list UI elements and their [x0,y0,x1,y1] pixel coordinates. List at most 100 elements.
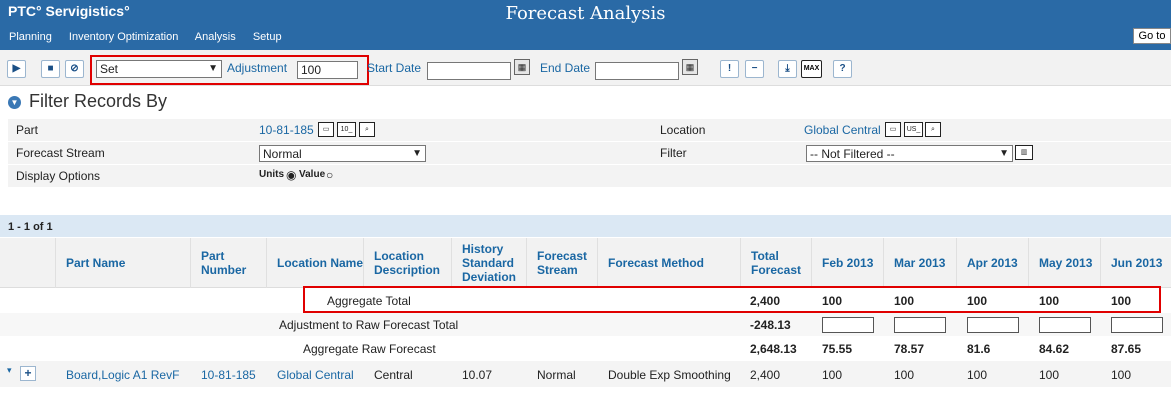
highlight-aggregate-total [303,286,1161,313]
location-label: Location [660,123,706,137]
column-header-total-forecast[interactable]: Total Forecast [740,238,811,288]
end-date-input[interactable] [595,62,679,80]
part-name-link[interactable]: Board,Logic A1 RevF [66,368,179,382]
adjustment-total-value: -248.13 [750,318,791,332]
history-std: 10.07 [462,368,493,382]
menu-setup[interactable]: Setup [253,31,282,43]
minus-icon[interactable]: − [745,60,764,78]
collapse-icon[interactable]: ▼ [8,96,21,109]
part-label: Part [16,123,39,137]
display-options-label: Display Options [16,169,101,183]
raw-feb: 75.55 [822,342,853,356]
column-header-forecast-stream[interactable]: Forecast Stream [526,238,597,288]
units-label: Units [259,169,284,180]
row-expand-icon[interactable]: ▾ [7,365,12,376]
part-id-icon[interactable]: 10_ [337,122,356,137]
page-title: Forecast Analysis [505,3,666,24]
filter-select[interactable]: -- Not Filtered -- ▼ [806,145,1013,162]
column-header-forecast-method[interactable]: Forecast Method [597,238,740,288]
part-search-icon[interactable]: ⌕ [359,122,375,137]
location-name-link[interactable]: Global Central [277,368,354,382]
start-date-label: Start Date [367,61,422,75]
adjustment-row-label: Adjustment to Raw Forecast Total [279,318,459,332]
filter-grid-icon[interactable]: ▥ [1015,145,1033,160]
start-date-input[interactable] [427,62,511,80]
part-link[interactable]: 10-81-185 [259,123,314,137]
raw-jun: 87.65 [1111,342,1142,356]
table-row: ▾ + Board,Logic A1 RevF 10-81-185 Global… [0,361,1171,387]
column-header-history-std[interactable]: History Standard Deviation [451,238,526,288]
save-icon[interactable]: ■ [41,60,60,78]
alert-icon[interactable]: ! [720,60,739,78]
monitor-icon[interactable]: ▭ [318,122,334,137]
app-header: PTC° Servigistics° Forecast Analysis Pla… [0,0,1171,50]
forecast-stream-label: Forecast Stream [16,146,105,160]
column-header-part-number[interactable]: Part Number [190,238,266,288]
toolbar: ▶ ■ ⊘ Set ▼ Adjustment 100 Start Date ▦ E… [0,50,1171,86]
location-search-icon[interactable]: ⌕ [925,122,941,137]
row-jun: 100 [1111,368,1132,382]
column-header-mar-2013[interactable]: Mar 2013 [883,238,956,288]
run-icon[interactable]: ▶ [7,60,26,78]
raw-mar: 78.57 [894,342,925,356]
menu-planning[interactable]: Planning [9,31,52,43]
row-may: 100 [1039,368,1060,382]
filter-row-stream: Forecast Stream Normal ▼ Filter -- Not Fi… [8,142,1171,164]
column-header-expand [0,238,55,288]
column-header-apr-2013[interactable]: Apr 2013 [956,238,1028,288]
raw-total-value: 2,648.13 [750,342,797,356]
calendar-icon[interactable]: ▦ [682,59,698,75]
value-label: Value [299,169,326,180]
row-feb: 100 [822,368,843,382]
row-apr: 100 [967,368,988,382]
location-link[interactable]: Global Central [804,123,881,137]
highlight-adjustment [90,55,369,85]
column-header-location-description[interactable]: Location Description [363,238,451,288]
filter-row-part: Part 10-81-185 ▭ 10_ ⌕ Location Global C… [8,119,1171,141]
raw-forecast-label: Aggregate Raw Forecast [303,342,436,356]
cancel-icon[interactable]: ⊘ [65,60,84,78]
max-button[interactable]: MAX [801,60,822,78]
monitor-icon[interactable]: ▭ [885,122,901,137]
column-header-may-2013[interactable]: May 2013 [1028,238,1100,288]
raw-may: 84.62 [1039,342,1070,356]
download-icon[interactable]: ⤓ [778,60,797,78]
value-radio[interactable]: ○ [326,168,333,182]
raw-forecast-row: Aggregate Raw Forecast 2,648.13 75.55 78… [0,337,1171,360]
forecast-stream-select[interactable]: Normal ▼ [259,145,426,162]
adjustment-row: Adjustment to Raw Forecast Total -248.13 [0,313,1171,336]
calendar-icon[interactable]: ▦ [514,59,530,75]
adjustment-mar-input[interactable] [894,317,946,333]
help-button[interactable]: ? [833,60,852,78]
location-description: Central [374,368,413,382]
column-header-feb-2013[interactable]: Feb 2013 [811,238,883,288]
filter-row-display: Display Options Units ◉ Value ○ [8,165,1171,187]
main-menu: Planning Inventory Optimization Analysis… [9,31,296,43]
adjustment-feb-input[interactable] [822,317,874,333]
units-radio[interactable]: ◉ [286,168,296,182]
filter-header[interactable]: ▼ Filter Records By [8,91,167,112]
adjustment-may-input[interactable] [1039,317,1091,333]
row-mar: 100 [894,368,915,382]
adjustment-apr-input[interactable] [967,317,1019,333]
raw-apr: 81.6 [967,342,991,356]
forecast-method: Double Exp Smoothing [608,368,731,382]
menu-inventory-optimization[interactable]: Inventory Optimization [69,31,178,43]
chevron-down-icon: ▼ [999,148,1009,159]
location-id-icon[interactable]: US_ [904,122,923,137]
record-count: 1 - 1 of 1 [0,215,1171,237]
part-number-link[interactable]: 10-81-185 [201,368,256,382]
filter-label: Filter [660,146,687,160]
total-forecast: 2,400 [750,368,781,382]
column-header-location-name[interactable]: Location Name [266,238,363,288]
row-add-icon[interactable]: + [20,366,36,381]
adjustment-jun-input[interactable] [1111,317,1163,333]
goto-button[interactable]: Go to [1133,28,1171,44]
column-header-part-name[interactable]: Part Name [55,238,190,288]
table-header: Part Name Part Number Location Name Loca… [0,238,1171,288]
end-date-label: End Date [540,61,591,75]
forecast-stream: Normal [537,368,576,382]
column-header-jun-2013[interactable]: Jun 2013 [1100,238,1171,288]
menu-analysis[interactable]: Analysis [195,31,236,43]
chevron-down-icon: ▼ [412,148,422,159]
